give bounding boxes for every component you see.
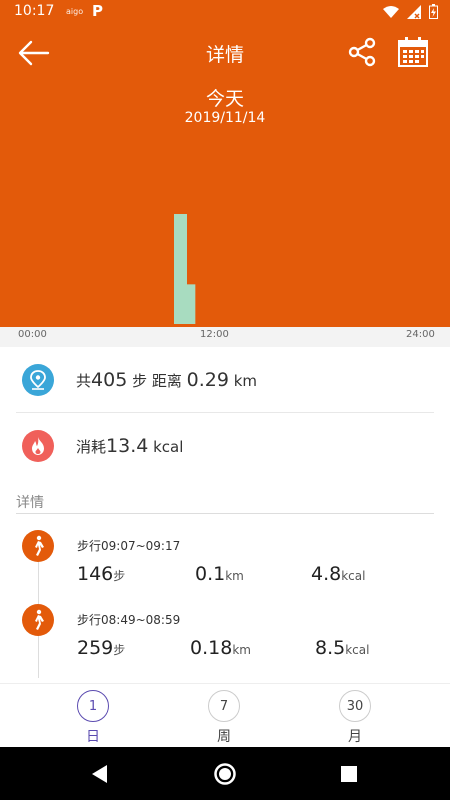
tab-week-number: 7 bbox=[208, 690, 240, 722]
nav-home-button[interactable] bbox=[212, 761, 238, 787]
calories-unit: kcal bbox=[153, 438, 184, 456]
calories-row: 消耗13.4 kcal bbox=[16, 413, 434, 479]
entry-title: 步行09:07~09:17 bbox=[77, 539, 181, 553]
home-circle-icon bbox=[214, 763, 236, 785]
location-pin-icon bbox=[22, 364, 54, 396]
tab-day[interactable]: 1 日 bbox=[63, 688, 123, 746]
walking-icon bbox=[22, 530, 54, 562]
distance-unit: km bbox=[233, 372, 258, 390]
step-chart bbox=[174, 214, 196, 324]
header: 详情 今天 2019/11/14 bbox=[0, 24, 450, 327]
details-header: 详情 bbox=[16, 492, 434, 514]
tab-week[interactable]: 7 周 bbox=[194, 688, 254, 746]
date-label: 2019/11/14 bbox=[184, 110, 266, 126]
steps-unit: 步 bbox=[132, 372, 148, 390]
system-nav-bar bbox=[0, 747, 450, 800]
chart-bar bbox=[182, 284, 196, 324]
entry-distance: 0.1km bbox=[195, 563, 244, 585]
share-button[interactable] bbox=[346, 36, 382, 72]
signal-icon bbox=[407, 4, 421, 19]
x-tick-label: 24:00 bbox=[406, 329, 435, 340]
square-recents-icon bbox=[341, 766, 357, 782]
tab-week-label: 周 bbox=[217, 729, 231, 745]
status-icons bbox=[383, 4, 438, 19]
entry-title: 步行08:49~08:59 bbox=[77, 613, 181, 627]
entry-steps: 259步 bbox=[77, 637, 126, 659]
parking-app-icon: P bbox=[92, 2, 103, 20]
period-tabs: 1 日 7 周 30 月 bbox=[0, 683, 450, 747]
status-time: 10:17 bbox=[14, 3, 55, 19]
entry-calories: 8.5kcal bbox=[315, 637, 370, 659]
steps-prefix: 共 bbox=[76, 372, 92, 390]
distance-label: 距离 bbox=[151, 372, 182, 390]
entry-calories: 4.8kcal bbox=[311, 563, 366, 585]
calories-text: 消耗13.4 kcal bbox=[76, 435, 183, 457]
fire-icon bbox=[22, 430, 54, 462]
nav-recents-button[interactable] bbox=[336, 761, 362, 787]
tab-month-number: 30 bbox=[339, 690, 371, 722]
entry-values: 146步 0.1km 4.8kcal bbox=[77, 563, 447, 593]
wifi-icon bbox=[383, 5, 399, 18]
entry-values: 259步 0.18km 8.5kcal bbox=[77, 637, 447, 667]
entry-steps: 146步 bbox=[77, 563, 126, 585]
calendar-button[interactable] bbox=[397, 36, 433, 72]
triangle-back-icon bbox=[92, 765, 107, 783]
status-bar: 10:17 aigo P bbox=[0, 0, 450, 24]
tab-month-label: 月 bbox=[348, 729, 362, 745]
calories-value: 13.4 bbox=[106, 435, 149, 457]
page-title: 详情 bbox=[205, 44, 244, 66]
tab-day-label: 日 bbox=[86, 729, 100, 745]
steps-distance-row: 共405 步 距离 0.29 km bbox=[16, 347, 434, 413]
nav-back-button[interactable] bbox=[86, 761, 112, 787]
battery-icon bbox=[429, 4, 438, 19]
activity-entry[interactable]: 步行08:49~08:59 259步 0.18km 8.5kcal bbox=[0, 604, 450, 674]
day-label: 今天 bbox=[205, 88, 244, 110]
walking-icon bbox=[22, 604, 54, 636]
calories-label: 消耗 bbox=[76, 438, 107, 456]
chart-x-axis: 00:00 12:00 24:00 bbox=[0, 327, 450, 347]
tab-month[interactable]: 30 月 bbox=[325, 688, 385, 746]
tab-day-number: 1 bbox=[77, 690, 109, 722]
share-icon bbox=[348, 37, 376, 67]
x-tick-label: 12:00 bbox=[200, 329, 229, 340]
steps-value: 405 bbox=[91, 369, 128, 391]
x-tick-label: 00:00 bbox=[18, 329, 47, 340]
calendar-icon bbox=[398, 37, 428, 67]
entry-distance: 0.18km bbox=[190, 637, 251, 659]
distance-value: 0.29 bbox=[186, 369, 229, 391]
status-note: aigo bbox=[66, 7, 84, 16]
activity-entry[interactable]: 步行09:07~09:17 146步 0.1km 4.8kcal bbox=[0, 530, 450, 600]
steps-distance-text: 共405 步 距离 0.29 km bbox=[76, 369, 257, 391]
